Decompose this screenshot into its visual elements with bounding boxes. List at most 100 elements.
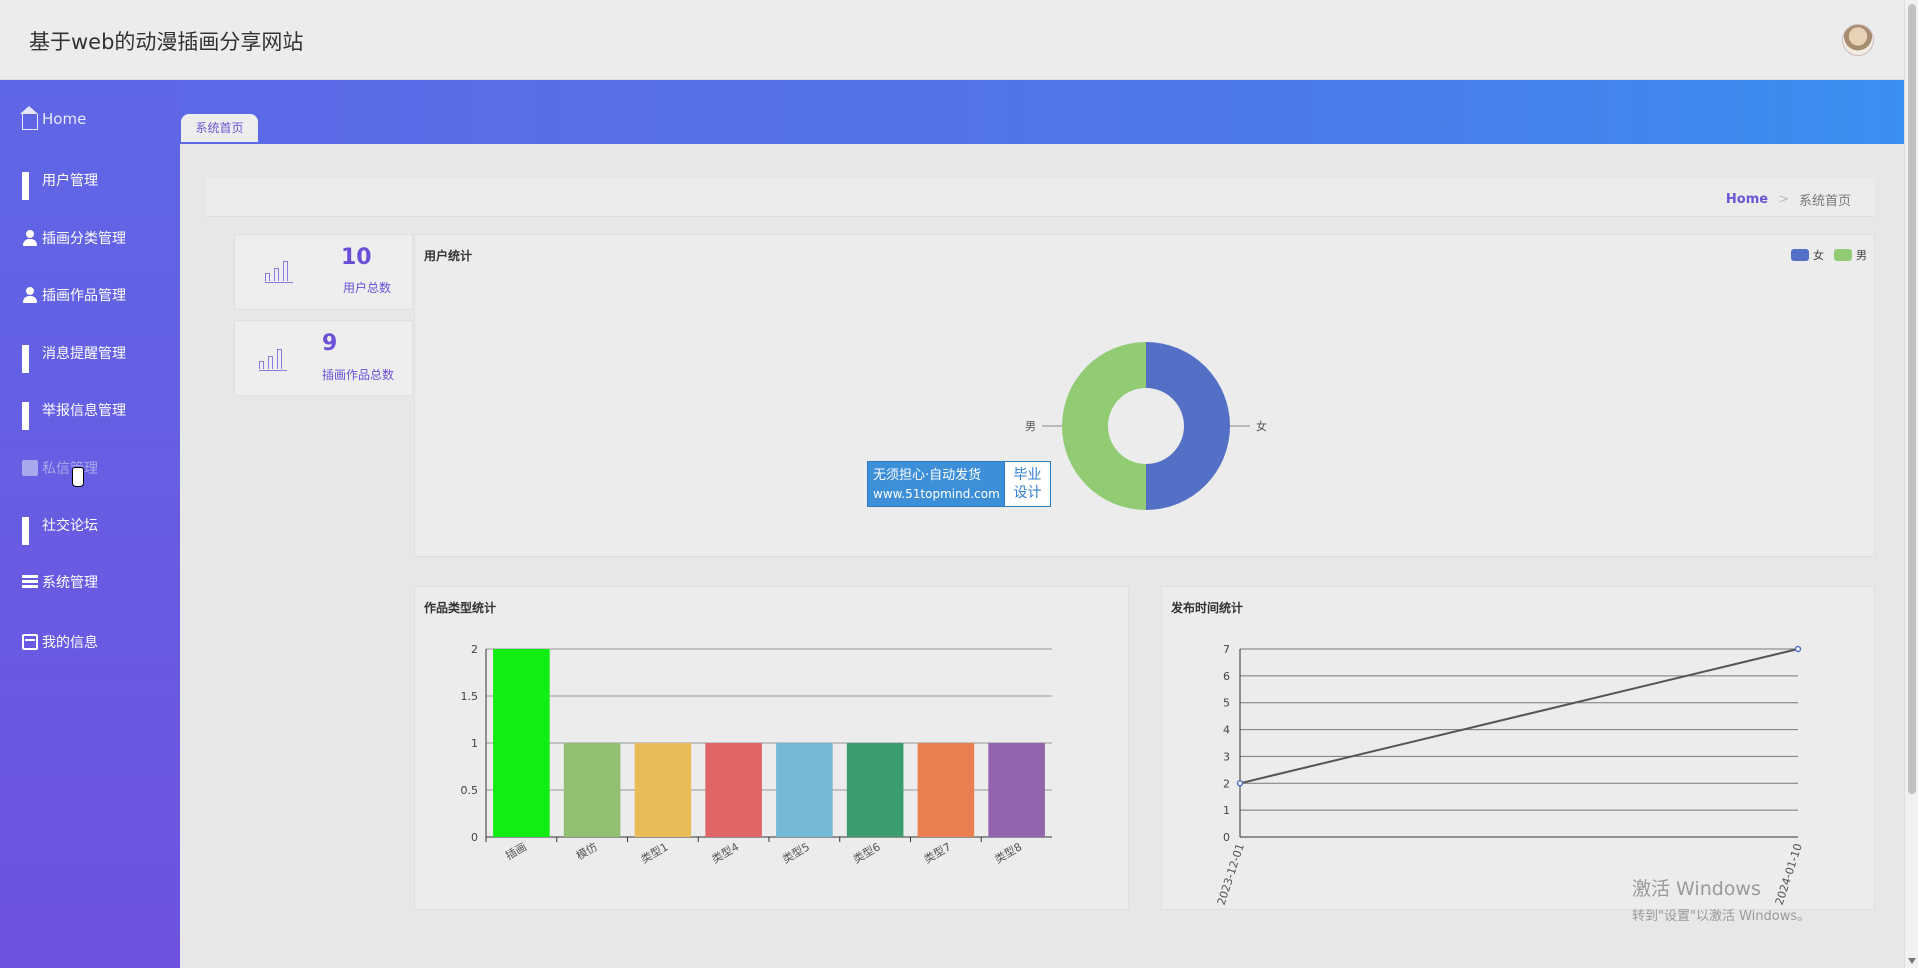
watermark-badge: 无须担心·自动发货 www.51topmind.com 毕业 设计 <box>867 461 1051 507</box>
y-tick-label: 1 <box>1223 804 1230 817</box>
sidebar-item-message-reminder[interactable]: 消息提醒管理 <box>22 343 126 373</box>
publish-time-chart: 012345672023-12-01 2024-01-10 <box>1215 643 1805 907</box>
sidebar-item-private-message[interactable]: 私信管理 <box>22 458 98 478</box>
legend-label: 女 <box>1813 248 1824 262</box>
page-scrollbar[interactable] <box>1904 0 1918 968</box>
breadcrumb-bar: Home > 系统首页 <box>206 178 1875 217</box>
x-tick-label: 2023-12-01 <box>1215 842 1247 907</box>
grid-icon <box>22 517 38 545</box>
pie-label: 女 <box>1256 419 1267 433</box>
x-tick-label: 插画 <box>503 839 529 862</box>
sidebar-item-label: 私信管理 <box>42 461 98 477</box>
x-tick-label: 类型6 <box>851 839 883 866</box>
chart-title: 发布时间统计 <box>1171 601 1244 615</box>
pie-slice <box>1146 342 1230 510</box>
sidebar-item-label: 我的信息 <box>42 635 98 651</box>
watermark-side2: 设计 <box>1013 485 1042 501</box>
x-tick-label: 类型7 <box>921 839 953 866</box>
sidebar-item-forum[interactable]: 社交论坛 <box>22 515 98 545</box>
stat-label: 用户总数 <box>343 281 392 295</box>
sidebar: Home 用户管理 插画分类管理 插画作品管理 消息提醒管理 举报信息管理 私信… <box>0 80 180 968</box>
breadcrumb-current: 系统首页 <box>1798 194 1851 209</box>
sidebar-item-label: 插画分类管理 <box>42 231 126 247</box>
sidebar-item-label: 社交论坛 <box>42 518 98 534</box>
windows-watermark-subtitle: 转到"设置"以激活 Windows。 <box>1632 909 1811 924</box>
chart-title: 作品类型统计 <box>424 601 497 615</box>
y-tick-label: 4 <box>1223 724 1230 737</box>
sidebar-item-artwork-management[interactable]: 插画作品管理 <box>22 285 126 305</box>
chat-icon <box>22 460 38 476</box>
x-tick-label: 类型8 <box>992 839 1024 866</box>
stat-value: 9 <box>322 331 338 356</box>
wallet-icon <box>22 634 38 650</box>
bar-chart-icon <box>265 259 293 283</box>
bar <box>493 649 550 837</box>
tab-strip <box>180 80 1904 144</box>
stat-card-users: 10 用户总数 <box>234 234 413 310</box>
y-tick-label: 0 <box>471 831 478 844</box>
windows-watermark-title: 激活 Windows <box>1632 878 1761 900</box>
artwork-type-panel: 0 0.5 1 1.5 2 插画 模仿 类型1 类型4 类型5 类型6 类型7 类型8 作品类型统计 <box>414 586 1129 910</box>
home-icon <box>20 106 38 130</box>
grid-icon <box>22 345 38 373</box>
stat-card-artworks: 9 插画作品总数 <box>234 320 413 396</box>
list-icon <box>22 574 38 590</box>
grid-icon <box>22 402 38 430</box>
bar <box>917 743 975 837</box>
sidebar-item-label: 系统管理 <box>42 575 98 591</box>
y-tick-label: 7 <box>1223 643 1230 656</box>
y-tick-label: 3 <box>1223 750 1230 763</box>
stat-value: 10 <box>341 245 372 270</box>
breadcrumb-separator: > <box>1778 192 1789 207</box>
stat-label: 插画作品总数 <box>322 368 395 382</box>
x-tick-label: 类型5 <box>780 839 812 866</box>
bar <box>776 743 833 837</box>
bar-chart-icon <box>259 347 287 371</box>
y-tick-label: 5 <box>1223 697 1230 710</box>
legend-label: 男 <box>1856 249 1867 262</box>
pie-label: 男 <box>1025 420 1036 433</box>
sidebar-item-label: Home <box>42 110 87 128</box>
sidebar-item-report-management[interactable]: 举报信息管理 <box>22 400 126 430</box>
publish-time-panel: 0 1 2 3 4 5 6 7 2023-12-01 2024-01-10 发布时间统计 <box>1161 586 1875 910</box>
bar <box>846 743 904 837</box>
breadcrumb-home[interactable]: Home <box>1726 192 1768 207</box>
sidebar-item-label: 插画作品管理 <box>42 288 126 304</box>
y-tick-label: 1.5 <box>461 690 479 703</box>
bar <box>563 743 621 837</box>
sidebar-item-category-management[interactable]: 插画分类管理 <box>22 228 126 248</box>
breadcrumb: Home > 系统首页 <box>1726 190 1851 209</box>
sidebar-item-label: 消息提醒管理 <box>42 346 126 362</box>
person-icon <box>22 230 38 246</box>
scrollbar-thumb[interactable] <box>1908 4 1916 794</box>
site-title: 基于web的动漫插画分享网站 <box>29 30 304 54</box>
sidebar-item-system-management[interactable]: 系统管理 <box>22 572 98 592</box>
sidebar-item-my-info[interactable]: 我的信息 <box>22 632 98 652</box>
y-tick-label: 0 <box>1223 831 1230 844</box>
y-tick-label: 6 <box>1223 670 1230 683</box>
data-point <box>1794 645 1802 653</box>
y-tick-label: 1 <box>471 737 478 750</box>
data-point <box>1236 780 1244 787</box>
series-line <box>1239 648 1799 785</box>
watermark-url: www.51topmind.com <box>873 487 1000 501</box>
tab-home[interactable]: 系统首页 <box>181 114 258 142</box>
chart-title: 用户统计 <box>424 249 473 263</box>
scroll-down-icon[interactable] <box>1908 958 1916 964</box>
watermark-line1: 无须担心·自动发货 <box>873 468 982 483</box>
y-tick-label: 2 <box>1223 777 1230 790</box>
y-tick-label: 0.5 <box>461 784 479 797</box>
x-tick-label: 类型1 <box>638 839 670 866</box>
watermark-side1: 毕业 <box>1013 467 1042 483</box>
user-stats-chart: 女男女男 <box>1025 248 1867 510</box>
windows-activation-watermark: 激活 Windows 转到"设置"以激活 Windows。 <box>1632 874 1810 924</box>
sidebar-item-user-management[interactable]: 用户管理 <box>22 170 98 200</box>
bar <box>705 743 762 837</box>
y-tick-label: 2 <box>471 643 478 656</box>
avatar[interactable] <box>1842 24 1874 56</box>
sidebar-item-home[interactable]: Home <box>20 106 87 130</box>
sidebar-item-label: 举报信息管理 <box>42 403 126 419</box>
legend-swatch <box>1834 249 1852 261</box>
grid-icon <box>22 172 38 200</box>
artwork-type-chart: 0 0.5 1 1.5 2 插画 模仿 类型1 类型4 类型5 类型6 类型7 类型8 <box>461 643 1052 866</box>
